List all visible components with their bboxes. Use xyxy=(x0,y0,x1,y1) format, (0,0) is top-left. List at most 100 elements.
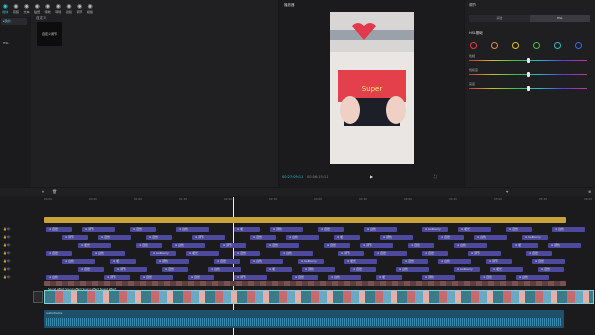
snap-icon[interactable]: ⌖ xyxy=(506,189,508,194)
filter-clip[interactable]: ⊙ 暖 xyxy=(334,235,360,240)
filter-clip[interactable]: ⊙ 自然 xyxy=(402,259,428,264)
filter-clip[interactable]: ⊙ 自然 xyxy=(292,275,318,280)
sidebar-item-hsl[interactable]: HSL xyxy=(1,40,27,47)
filter-clip[interactable]: ⊙ 调节 xyxy=(192,235,225,240)
filter-clip[interactable]: ⊙ 暖光 xyxy=(78,243,111,248)
filter-clip[interactable]: ⊙ 调色 xyxy=(380,235,413,240)
custom-adjust-card[interactable]: 自定义调节 xyxy=(37,22,62,46)
zoom-icon[interactable]: ⊕ xyxy=(588,189,591,194)
toolbar-template[interactable]: ◉ 模板 xyxy=(85,1,96,17)
filter-clip[interactable]: ⊙ 白色 xyxy=(438,259,471,264)
filter-clip[interactable]: ⊙ 白色 xyxy=(250,259,283,264)
filter-clip[interactable]: ⊙ 白色 xyxy=(92,251,125,256)
filter-clip[interactable]: ⊙ 白色 xyxy=(176,227,209,232)
filter-clip[interactable]: ⊙ 自然 xyxy=(78,267,104,272)
filter-clip[interactable]: ⊙ 自然 xyxy=(46,251,72,256)
toolbar-effects[interactable]: ◉ 特效 xyxy=(42,1,53,17)
toolbar-transition[interactable]: ◉ 转场 xyxy=(53,1,64,17)
filter-clip[interactable]: ⊙ 自然 xyxy=(46,227,72,232)
filter-clip[interactable]: ⊙ 调节 xyxy=(468,251,501,256)
filter-clip[interactable]: ⊙ 调色 xyxy=(270,227,303,232)
filter-clip[interactable]: ⊙ 调节 xyxy=(360,243,393,248)
filter-clip[interactable]: ⊙ 自然 xyxy=(162,267,188,272)
filter-clip[interactable]: ⊙ bellbarry xyxy=(522,235,548,240)
delete-icon[interactable]: 🗑 xyxy=(52,189,57,194)
filter-clip[interactable]: ⊙ 白色 xyxy=(396,267,429,272)
filter-clip[interactable]: ⊙ 白色 xyxy=(280,251,313,256)
hue-swatch[interactable] xyxy=(491,42,498,49)
toolbar-sticker[interactable]: ◉ 贴纸 xyxy=(32,1,43,17)
filter-clip[interactable]: ⊙ 暖 xyxy=(234,227,260,232)
filter-clip[interactable]: ⊙ 调节 xyxy=(104,275,130,280)
track-controls[interactable]: 🔒👁 xyxy=(3,235,11,239)
filter-clip[interactable]: ⊙ 暖光 xyxy=(186,251,219,256)
tab-basic[interactable]: 基础 xyxy=(469,15,530,22)
play-icon[interactable]: ▶ xyxy=(370,174,373,179)
filter-clip[interactable]: ⊙ 自然 xyxy=(136,243,162,248)
filter-clip[interactable]: ⊙ 暖 xyxy=(376,275,402,280)
cover-thumbnail[interactable] xyxy=(33,291,43,303)
filter-clip[interactable]: ⊙ 自然 xyxy=(374,251,407,256)
track-controls[interactable]: 🔒👁 xyxy=(3,243,11,247)
filter-clip[interactable]: ⊙ bellbarry xyxy=(454,267,480,272)
filter-clip[interactable]: ⊙ 自然 xyxy=(250,235,276,240)
toolbar-text[interactable]: ◉ 文本 xyxy=(21,1,32,17)
toolbar-import[interactable]: ◉ 媒体 xyxy=(0,1,11,17)
slider-handle[interactable] xyxy=(526,72,530,77)
filter-clip[interactable]: ⊙ 自然 xyxy=(506,227,532,232)
hue-swatch[interactable] xyxy=(575,42,582,49)
filter-clip[interactable]: ⊙ 自然 xyxy=(422,251,448,256)
filter-clip[interactable]: ⊙ 自然 xyxy=(146,235,172,240)
filter-clip[interactable]: ⊙ 白色 xyxy=(328,275,361,280)
filter-clip[interactable]: ⊙ 自然 xyxy=(480,275,506,280)
filter-clip[interactable]: ⊙ 自然 xyxy=(318,227,344,232)
filter-clip[interactable]: ⊙ 白色 xyxy=(208,267,241,272)
filter-clip[interactable]: ⊙ 自然 xyxy=(350,267,376,272)
sidebar-item-mine[interactable]: ▸我的 xyxy=(1,18,27,25)
toolbar-music[interactable]: ◉ 音频 xyxy=(11,1,22,17)
filter-clip[interactable]: ⊙ 白色 xyxy=(552,227,585,232)
filter-clip[interactable]: ⊙ 自然 xyxy=(538,267,564,272)
slider-handle[interactable] xyxy=(526,58,530,63)
filter-clip[interactable]: ⊙ bellbarry xyxy=(298,259,324,264)
filter-clip[interactable]: ⊙ 自然 xyxy=(438,235,464,240)
filter-clip[interactable]: ⊙ 调节 xyxy=(114,267,147,272)
track-controls[interactable]: 🔒👁 xyxy=(3,259,11,263)
track-controls[interactable]: 🔒👁 xyxy=(3,275,11,279)
filter-clip[interactable]: ⊙ 白色 xyxy=(454,243,487,248)
filter-clip[interactable]: ⊙ 自然 xyxy=(234,251,260,256)
filter-clip[interactable]: ⊙ 白色 xyxy=(474,235,507,240)
filter-clip[interactable]: ⊙ 自然 xyxy=(324,243,350,248)
effect-track-clip[interactable] xyxy=(44,217,566,223)
filter-clip[interactable]: ⊙ 调节 xyxy=(486,259,512,264)
filter-clip[interactable]: ⊙ 自然 xyxy=(214,259,240,264)
filter-clip[interactable]: ⊙ 暖 xyxy=(110,259,136,264)
filter-clip[interactable]: ⊙ 自然 xyxy=(532,259,565,264)
filter-clip[interactable]: ⊙ 调色 xyxy=(548,243,581,248)
filter-clip[interactable]: ⊙ 调色 xyxy=(302,267,335,272)
hue-swatch[interactable] xyxy=(533,42,540,49)
filter-clip[interactable]: ⊙ 调节 xyxy=(338,251,364,256)
hue-swatch[interactable] xyxy=(554,42,561,49)
sticker-track[interactable] xyxy=(44,281,566,286)
filter-clip[interactable]: ⊙ 调节 xyxy=(234,275,267,280)
filter-clip[interactable]: ⊙ 暖 xyxy=(512,243,538,248)
filter-clip[interactable]: ⊙ 调节 xyxy=(82,227,115,232)
toolbar-filter[interactable]: ◉ 滤镜 xyxy=(64,1,75,17)
filter-clip[interactable]: ⊙ 白色 xyxy=(62,259,95,264)
tab-hsl[interactable]: HSL xyxy=(529,15,590,22)
filter-clip[interactable]: ⊙ 白色 xyxy=(46,275,79,280)
filter-clip[interactable]: ⊙ 暖光 xyxy=(458,227,491,232)
filter-clip[interactable]: ⊙ 自然 xyxy=(130,227,156,232)
filter-clip[interactable]: ⊙ bellbarry xyxy=(150,251,176,256)
filter-clip[interactable]: ⊙ 调节 xyxy=(220,243,246,248)
filter-clip[interactable]: ⊙ 自然 xyxy=(140,275,173,280)
main-video-track[interactable] xyxy=(44,290,594,304)
filter-clip[interactable]: ⊙ 白色 xyxy=(172,243,205,248)
filter-clip[interactable]: ⊙ 白色 xyxy=(516,275,549,280)
filter-clip[interactable]: ⊙ 暖光 xyxy=(490,267,523,272)
track-controls[interactable]: 🔒👁 xyxy=(3,227,11,231)
track-controls[interactable]: 🔒👁 xyxy=(3,267,11,271)
filter-clip[interactable]: ⊙ 白色 xyxy=(286,235,319,240)
filter-clip[interactable]: ⊙ 自然 xyxy=(188,275,214,280)
